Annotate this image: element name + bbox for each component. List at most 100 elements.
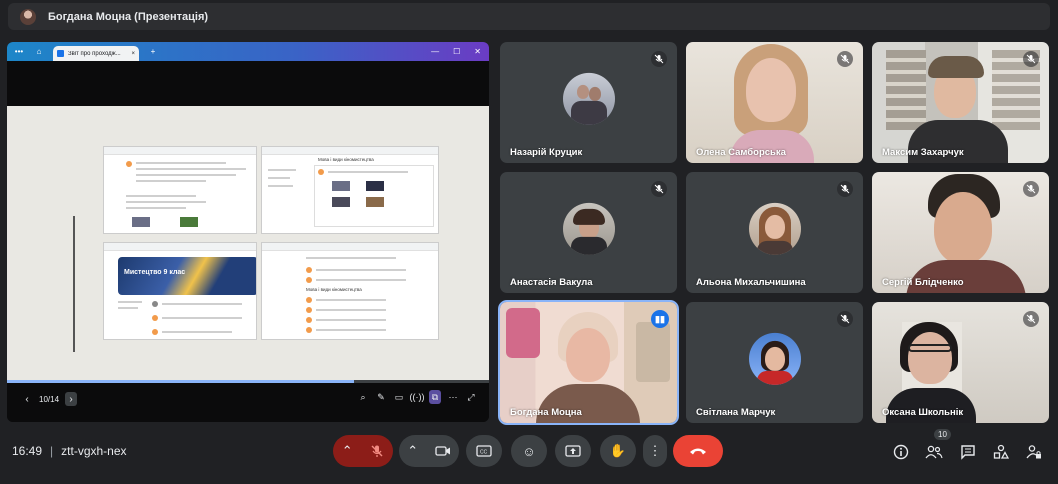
more-options-button[interactable]: ⋮ <box>643 435 667 467</box>
slide-content: Мова і види кіномистецтва Мистецтво 9 кл… <box>7 106 489 380</box>
mic-off-icon <box>651 181 667 197</box>
video-options-chevron-icon[interactable]: ⌃ <box>407 443 418 459</box>
participant-name: Богдана Моцна <box>510 407 582 418</box>
info-icon <box>893 444 909 460</box>
participant-name: Назарій Круцик <box>510 147 583 158</box>
participant-name: Анастасія Вакула <box>510 277 593 288</box>
participant-tile[interactable]: Сергій Блідченко <box>872 172 1049 293</box>
home-icon: ⌂ <box>36 47 42 56</box>
speaking-indicator-icon: ▮▮ <box>651 310 669 328</box>
annotate-icon[interactable]: ✎ <box>375 390 387 404</box>
participant-tile[interactable]: Назарій Круцик <box>500 42 677 163</box>
more-options-icon[interactable]: ⋯ <box>447 390 459 404</box>
meeting-details-button[interactable] <box>889 440 913 464</box>
mic-off-icon <box>1023 311 1039 327</box>
activities-icon <box>993 444 1009 460</box>
close-tab-icon: × <box>131 50 135 57</box>
chat-icon <box>960 444 976 460</box>
slide-progress <box>7 380 489 383</box>
thumbnail-class-stream: Мистецтво 9 клас <box>103 242 257 340</box>
thumbnail-heading: Мова і види кіномистецтва <box>318 157 374 162</box>
lock-person-icon <box>1026 444 1042 460</box>
page-counter: 10/14 <box>39 394 60 404</box>
camera-toggle[interactable]: ⌃ <box>399 435 459 467</box>
slide-divider <box>73 216 75 352</box>
browser-tab-title: Звіт про проходж... <box>68 50 121 57</box>
participant-name: Олена Самборська <box>696 147 786 158</box>
presenter-avatar <box>20 8 36 25</box>
thumbnail-section-heading: Мова і види кіномистецтва <box>306 287 362 292</box>
shield-icon <box>57 50 64 57</box>
slide-pager: ‹ 10/14 › <box>21 392 78 406</box>
browser-toolbar <box>7 61 489 106</box>
fullscreen-icon[interactable]: ⤢ <box>465 390 477 404</box>
participant-tile[interactable]: Альона Михальчишина <box>686 172 863 293</box>
participant-name: Світлана Марчук <box>696 407 776 418</box>
slide-tools: ⌕ ✎ ▭ ((·)) ⧉ ⋯ ⤢ <box>357 390 477 404</box>
previous-slide-button[interactable]: ‹ <box>21 392 33 406</box>
mic-off-icon <box>1023 181 1039 197</box>
captions-icon[interactable]: ▭ <box>393 390 405 404</box>
end-call-icon <box>689 446 707 456</box>
presentation-title: Богдана Моцна (Презентація) <box>48 10 209 23</box>
mic-off-icon <box>837 311 853 327</box>
svg-text:CC: CC <box>480 450 488 456</box>
shared-screen[interactable]: ••• ⌂ Звіт про проходж... × + — ☐ ✕ Мова… <box>7 42 489 422</box>
reactions-button[interactable]: ☺ <box>511 435 547 467</box>
new-tab-icon: + <box>150 47 156 56</box>
leave-call-button[interactable] <box>673 435 723 467</box>
microphone-toggle[interactable]: ⌃ <box>333 435 393 467</box>
participant-tile-active-speaker[interactable]: ▮▮ Богдана Моцна <box>498 300 679 425</box>
present-mode-icon[interactable]: ⧉ <box>429 390 441 404</box>
people-icon <box>925 445 943 459</box>
host-controls-button[interactable] <box>1022 440 1046 464</box>
maximize-icon: ☐ <box>453 47 461 56</box>
participant-tile[interactable]: Світлана Марчук <box>686 302 863 423</box>
raise-hand-button[interactable]: ✋ <box>600 435 636 467</box>
chat-button[interactable] <box>956 440 980 464</box>
people-button[interactable] <box>922 440 946 464</box>
present-screen-button[interactable] <box>555 435 591 467</box>
participant-avatar <box>562 202 615 255</box>
participant-tile[interactable]: Максим Захарчук <box>872 42 1049 163</box>
meet-window: Богдана Моцна (Презентація) ••• ⌂ Звіт п… <box>0 0 1058 484</box>
more-dots-icon: ••• <box>14 47 24 56</box>
next-slide-button[interactable]: › <box>65 392 78 406</box>
browser-tab-strip: ••• ⌂ Звіт про проходж... × + — ☐ ✕ <box>7 42 489 61</box>
participant-avatar <box>748 202 801 255</box>
class-banner: Мистецтво 9 клас <box>118 257 256 295</box>
activities-button[interactable] <box>989 440 1013 464</box>
meeting-info: 16:49 | ztt-vgxh-nex <box>12 444 127 458</box>
call-controls-bar: 16:49 | ztt-vgxh-nex ⌃ ⌃ CC ☺ ✋ ⋮ 10 <box>0 428 1058 484</box>
current-time: 16:49 <box>12 444 43 458</box>
thumbnail-classroom-list: Мова і види кіномистецтва <box>261 146 439 234</box>
participant-count-badge: 10 <box>934 429 951 440</box>
browser-tab: Звіт про проходж... × <box>53 46 139 61</box>
mic-off-icon <box>837 51 853 67</box>
mic-off-icon <box>651 51 667 67</box>
top-bar: Богдана Моцна (Презентація) <box>8 3 1050 30</box>
meeting-code: ztt-vgxh-nex <box>61 444 127 458</box>
captions-icon: CC <box>476 445 492 457</box>
participant-avatar <box>748 332 801 385</box>
slide-controls-bar: ‹ 10/14 › ⌕ ✎ ▭ ((·)) ⧉ ⋯ ⤢ <box>7 380 489 422</box>
audio-options-chevron-icon[interactable]: ⌃ <box>342 443 353 459</box>
more-vertical-icon: ⋮ <box>648 443 662 458</box>
mic-off-icon <box>1023 51 1039 67</box>
close-icon: ✕ <box>474 47 481 56</box>
thumbnail-classwork: Мова і види кіномистецтва <box>261 242 439 340</box>
emoji-icon: ☺ <box>522 443 536 459</box>
camera-icon <box>435 445 451 457</box>
mic-off-icon <box>837 181 853 197</box>
participant-tile[interactable]: Олена Самборська <box>686 42 863 163</box>
participant-tile[interactable]: Анастасія Вакула <box>500 172 677 293</box>
participant-tile[interactable]: Оксана Школьнік <box>872 302 1049 423</box>
minimize-icon: — <box>431 47 440 56</box>
zoom-icon[interactable]: ⌕ <box>357 390 369 404</box>
participant-name: Оксана Школьнік <box>882 407 964 418</box>
captions-button[interactable]: CC <box>466 435 502 467</box>
participant-avatar <box>562 72 615 125</box>
hand-icon: ✋ <box>609 443 627 458</box>
mic-off-icon <box>370 444 384 458</box>
broadcast-icon[interactable]: ((·)) <box>410 390 425 404</box>
